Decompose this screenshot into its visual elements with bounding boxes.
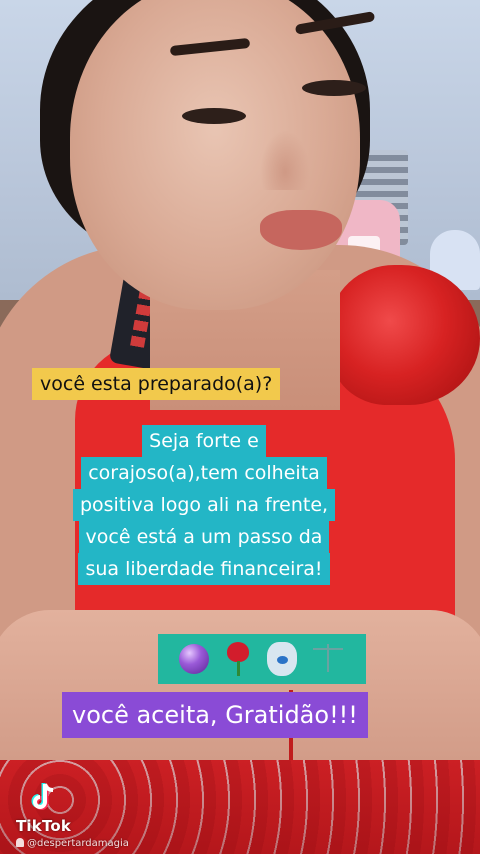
nose [260, 130, 310, 190]
caption-line-text: corajoso(a),tem colheita [81, 457, 327, 489]
caption-line-text: sua liberdade financeira! [78, 553, 330, 585]
caption-line: corajoso(a),tem colheita [58, 457, 350, 489]
red-flower [330, 265, 480, 405]
caption-question: você esta preparado(a)? [32, 368, 281, 400]
person-face [70, 0, 376, 310]
caption-line: Seja forte e [58, 425, 350, 457]
user-icon [16, 838, 24, 847]
hamsa-icon [267, 642, 297, 676]
caption-line: sua liberdade financeira! [58, 553, 350, 585]
crystal-ball-icon [179, 644, 209, 674]
mouth [260, 210, 342, 250]
caption-line: positiva logo ali na frente, [58, 489, 350, 521]
left-eyebrow [169, 37, 251, 57]
caption-line: você está a um passo da [58, 521, 350, 553]
caption-line-text: positiva logo ali na frente, [72, 489, 336, 521]
tiktok-wordmark: TikTok [16, 817, 72, 835]
caption-closing: você aceita, Gratidão!!! [62, 692, 368, 738]
caption-main: Seja forte e corajoso(a),tem colheita po… [50, 422, 358, 588]
tiktok-username: @despertardamagia [16, 838, 129, 849]
balance-scale-icon [311, 644, 345, 674]
caption-line-text: Seja forte e [142, 425, 266, 457]
caption-line-text: você está a um passo da [78, 521, 330, 553]
rose-icon [223, 642, 253, 676]
emoji-strip [158, 634, 366, 684]
tiktok-logo-icon [31, 783, 54, 810]
username-text: @despertardamagia [27, 838, 129, 849]
right-eye [302, 80, 366, 96]
left-eye [182, 108, 246, 124]
